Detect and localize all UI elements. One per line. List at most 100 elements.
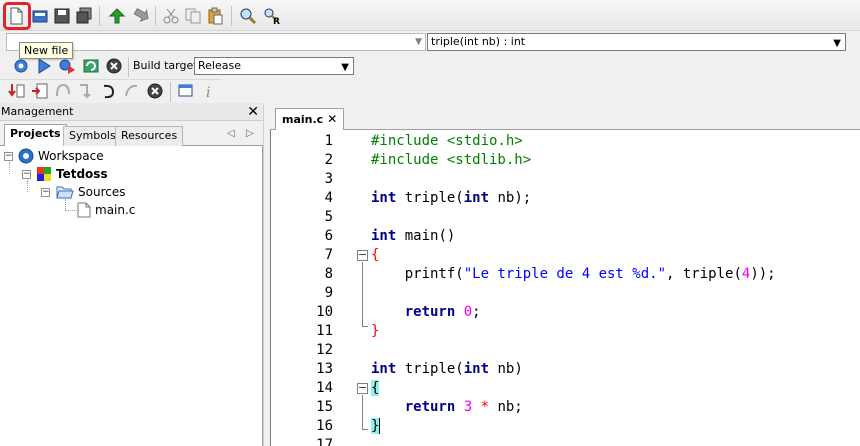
function-value: triple(int nb) : int (431, 35, 526, 48)
window-icon (178, 84, 193, 97)
code-line: printf("Le triple de 4 est %d.", triple(… (371, 266, 776, 282)
fold-end (362, 429, 368, 430)
code-line: int main() (371, 228, 456, 244)
code-line: #include <stdio.h> (371, 133, 523, 149)
close-icon[interactable]: ✕ (327, 112, 337, 126)
rebuild-icon (83, 59, 99, 73)
text-cursor (379, 418, 381, 434)
line-number: 9 (324, 285, 333, 301)
code-line: { (371, 380, 380, 396)
line-number: 10 (316, 304, 333, 320)
line-number: 8 (324, 266, 333, 282)
magnifier-icon (240, 8, 257, 25)
replace-button[interactable]: R (261, 5, 283, 27)
code-line: } (371, 323, 380, 339)
tab-symbols[interactable]: Symbols (63, 126, 122, 146)
cut-button[interactable] (160, 5, 182, 27)
new-file-highlight (3, 2, 31, 30)
project-label: Tetdoss (56, 167, 108, 181)
debug-windows-button[interactable] (175, 80, 197, 102)
tab-projects[interactable]: Projects (4, 124, 67, 147)
step-into-button[interactable] (75, 80, 97, 102)
cut-icon (163, 8, 179, 24)
fold-end (362, 326, 368, 327)
function-dropdown[interactable]: triple(int nb) : int ▼ (427, 33, 846, 51)
svg-text:i: i (206, 85, 210, 100)
workspace-icon (18, 148, 34, 164)
file-icon (77, 202, 91, 218)
collapse-workspace-icon[interactable]: − (4, 152, 13, 161)
undo-icon (108, 8, 126, 24)
tree-item-main-c[interactable]: main.c (77, 201, 135, 219)
code-line: } (371, 418, 381, 434)
matched-brace: { (371, 380, 380, 396)
code-editor[interactable]: 1 2 3 4 5 6 7 8 9 10 11 12 13 14 15 16 1… (270, 130, 860, 446)
collapse-project-icon[interactable]: − (22, 170, 31, 179)
run-to-cursor-icon (32, 83, 48, 99)
panel-splitter[interactable] (263, 103, 270, 446)
line-number: 15 (316, 399, 333, 415)
management-title: Management (1, 105, 74, 118)
chevron-left-icon[interactable]: ◁ (227, 128, 235, 139)
line-number: 2 (324, 152, 333, 168)
project-tree: − Workspace − Tetdoss − Sources main.c (0, 146, 263, 446)
stop-debugger-button[interactable] (144, 80, 166, 102)
save-all-icon (76, 7, 92, 24)
debug-icon (8, 84, 25, 98)
find-replace-icon: R (264, 8, 280, 25)
build-target-dropdown[interactable]: Release ▼ (194, 57, 354, 75)
tab-label: main.c (282, 113, 324, 126)
sources-label: Sources (78, 185, 126, 199)
step-into-icon (80, 84, 91, 99)
tree-item-sources[interactable]: Sources (56, 183, 125, 201)
fold-toggle[interactable]: − (357, 382, 368, 394)
open-button[interactable] (29, 5, 51, 27)
line-number: 14 (316, 380, 333, 396)
management-header: Management ✕ (0, 103, 263, 121)
rebuild-button[interactable] (80, 55, 102, 77)
stop-icon (147, 83, 163, 99)
build-target-value: Release (198, 59, 241, 72)
line-number: 12 (316, 342, 333, 358)
tree-item-project[interactable]: Tetdoss (36, 165, 108, 183)
build-run-icon (59, 59, 75, 74)
debugger-toolbar: i (0, 79, 222, 102)
fold-line (362, 262, 363, 326)
paste-button[interactable] (204, 5, 226, 27)
save-all-button[interactable] (73, 5, 95, 27)
fold-toggle[interactable]: − (357, 249, 368, 261)
find-button[interactable] (237, 5, 259, 27)
line-number: 6 (324, 228, 333, 244)
run-to-cursor-button[interactable] (29, 80, 51, 102)
next-line-icon (56, 83, 70, 97)
debug-button[interactable] (6, 80, 28, 102)
stop-icon (106, 58, 122, 74)
svg-text:R: R (273, 17, 280, 25)
next-instruction-icon (125, 84, 138, 97)
save-button[interactable] (51, 5, 73, 27)
matched-brace: } (371, 418, 380, 434)
play-icon (38, 58, 51, 74)
collapse-sources-icon[interactable]: − (41, 188, 50, 197)
step-out-icon (103, 84, 115, 99)
fold-line (362, 395, 363, 429)
abort-button[interactable] (103, 55, 125, 77)
tab-resources[interactable]: Resources (115, 126, 184, 146)
step-out-button[interactable] (98, 80, 120, 102)
chevron-down-icon: ▼ (341, 62, 349, 73)
debug-info-button[interactable]: i (198, 80, 220, 102)
undo-button[interactable] (106, 5, 128, 27)
line-number: 5 (324, 209, 333, 225)
build-target-label: Build target: (133, 59, 202, 72)
chevron-right-icon[interactable]: ▷ (246, 128, 254, 139)
next-line-button[interactable] (52, 80, 74, 102)
tree-item-workspace[interactable]: Workspace (18, 147, 104, 165)
close-icon[interactable]: ✕ (247, 103, 259, 121)
copy-button[interactable] (182, 5, 204, 27)
info-icon: i (206, 85, 210, 100)
line-number: 11 (316, 323, 333, 339)
next-instruction-button[interactable] (121, 80, 143, 102)
editor-tabbar: main.c ✕ (270, 103, 860, 131)
redo-button[interactable] (129, 5, 151, 27)
tab-main-c[interactable]: main.c ✕ (275, 108, 345, 131)
